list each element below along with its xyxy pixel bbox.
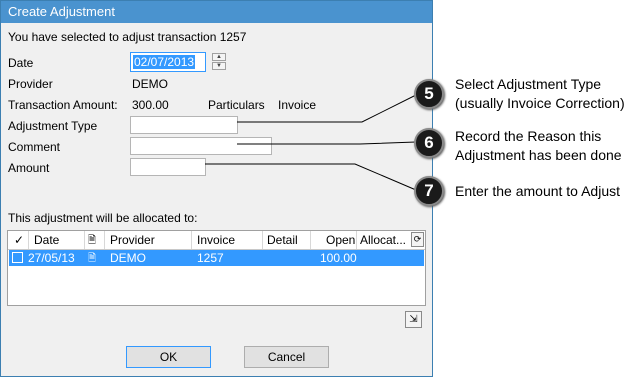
callout-badge-6: 6 — [414, 128, 444, 158]
callout-7-line1: Enter the amount to Adjust — [455, 183, 620, 199]
callout-6-line2: Adjustment has been done — [455, 147, 622, 163]
callout-badge-5: 5 — [414, 79, 444, 109]
callout-text-5: Select Adjustment Type (usually Invoice … — [455, 75, 625, 113]
callout-text-6: Record the Reason this Adjustment has be… — [455, 127, 622, 165]
callout-6-line1: Record the Reason this — [455, 128, 602, 144]
callout-5-line1: Select Adjustment Type — [455, 76, 602, 92]
callout-5-line2: (usually Invoice Correction) — [455, 95, 625, 111]
callout-badge-7: 7 — [414, 176, 444, 206]
callout-text-7: Enter the amount to Adjust — [455, 182, 620, 201]
